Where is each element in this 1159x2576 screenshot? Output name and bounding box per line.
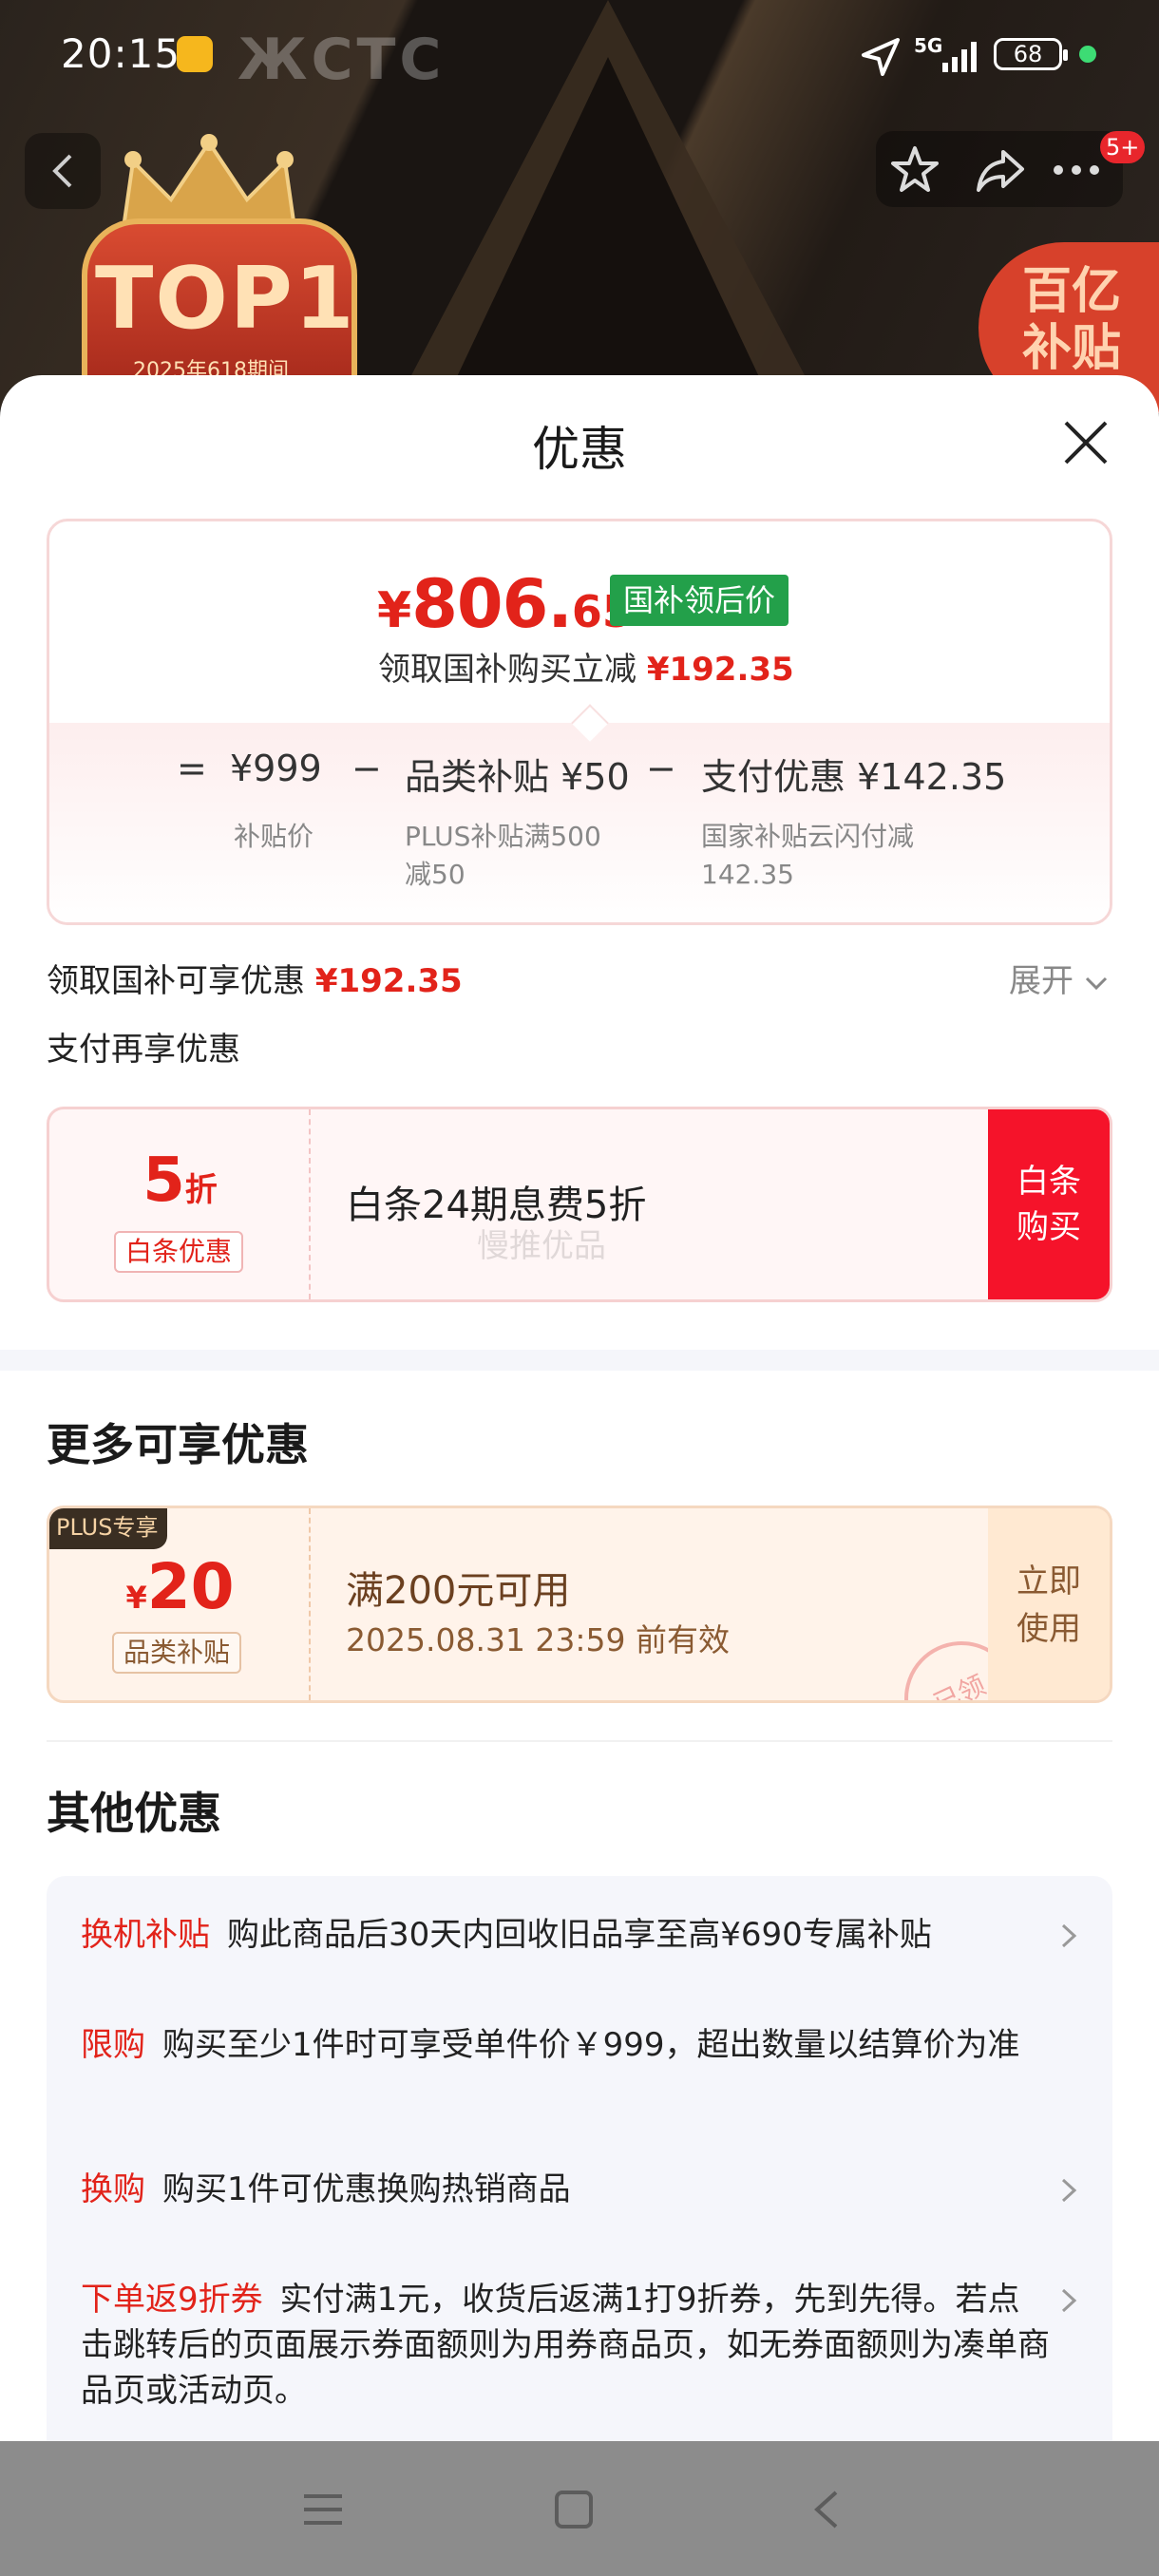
gov-subsidy-row: 领取国补可享优惠 ¥192.35 xyxy=(47,962,463,1000)
chevron-right-icon xyxy=(1061,2288,1077,2313)
coupon-type-tag: 白条优惠 xyxy=(114,1231,244,1273)
top1-badge-title: TOP1 xyxy=(95,249,356,349)
discount-sheet: 优惠 ¥806.65 国补领后价 领取国补购买立减 ¥192.35 = ¥999… xyxy=(0,375,1159,2576)
coupon-value: 5折 xyxy=(142,1146,218,1216)
baitiao-buy-button[interactable]: 白条 购买 xyxy=(988,1109,1110,1299)
chevron-right-icon xyxy=(1061,1923,1077,1948)
list-item-purchase-limit: 限购 购买至少1件时可享受单件价￥999，超出数量以结算价为准 xyxy=(81,2026,1020,2064)
home-icon[interactable] xyxy=(553,2489,595,2530)
sheet-title: 优惠 xyxy=(532,422,627,477)
network-type: 5G xyxy=(914,34,943,57)
app-notification-icon xyxy=(177,36,213,72)
formula-equals: = xyxy=(177,748,207,789)
coupon-watermark: 慢推优品 xyxy=(477,1227,606,1265)
signal-icon xyxy=(942,42,977,72)
menu-icon[interactable] xyxy=(300,2491,346,2529)
coupon-type-tag: 品类补贴 xyxy=(112,1632,242,1674)
other-discounts-title: 其他优惠 xyxy=(47,1788,221,1839)
formula-minus: − xyxy=(646,748,676,789)
favorite-star-icon[interactable] xyxy=(889,144,940,196)
formula-base-price: ¥999 xyxy=(230,748,322,789)
payment-discount-heading: 支付再享优惠 xyxy=(47,1031,240,1069)
location-icon xyxy=(862,38,900,76)
formula-category-subsidy: 品类补贴 ¥50 xyxy=(405,756,630,798)
back-nav-icon[interactable] xyxy=(809,2489,844,2530)
price-tag: 国补领后价 xyxy=(610,575,789,626)
list-item-trade-in[interactable]: 换机补贴 购此商品后30天内回收旧品享至高¥690专属补贴 xyxy=(81,1912,1050,1958)
price-breakdown-card: ¥806.65 国补领后价 领取国补购买立减 ¥192.35 = ¥999 补贴… xyxy=(47,519,1112,925)
price-reduction-line: 领取国补购买立减 ¥192.35 xyxy=(378,651,794,689)
coupon-amount: ¥20 xyxy=(125,1550,235,1623)
battery-indicator: 68 xyxy=(994,38,1068,70)
share-icon[interactable] xyxy=(975,144,1026,196)
formula-payment-discount: 支付优惠 ¥142.35 xyxy=(701,756,1007,798)
chevron-right-icon xyxy=(1061,2178,1077,2203)
divider-line xyxy=(47,1740,1112,1742)
formula-payment-note: 国家补贴云闪付减 142.35 xyxy=(701,821,915,890)
formula-category-note: PLUS补贴满500 减50 xyxy=(405,821,601,890)
list-item-return-coupon[interactable]: 下单返9折券 实付满1元，收货后返满1打9折券，先到先得。若点击跳转后的页面展示券… xyxy=(81,2277,1050,2414)
section-divider xyxy=(0,1350,1159,1371)
system-navigation-bar xyxy=(0,2441,1159,2576)
coupon-expiry: 2025.08.31 23:59 前有效 xyxy=(346,1621,731,1658)
use-now-button[interactable]: 立即 使用 xyxy=(988,1508,1110,1700)
close-icon[interactable] xyxy=(1062,419,1110,466)
status-time: 20:15 xyxy=(61,30,181,77)
chevron-down-icon xyxy=(1085,976,1107,990)
formula-minus: − xyxy=(352,748,382,789)
more-icon[interactable] xyxy=(1051,144,1102,196)
message-count-badge: 5+ xyxy=(1100,131,1146,163)
more-discounts-title: 更多可享优惠 xyxy=(47,1419,309,1470)
expand-toggle[interactable]: 展开 xyxy=(1009,955,1109,1001)
baitiao-coupon[interactable]: 5折 白条优惠 白条24期息费5折 慢推优品 白条 购买 xyxy=(47,1107,1112,1302)
status-bar: 20:15 5G 68 xyxy=(0,0,1159,114)
final-price: ¥806.65 xyxy=(377,565,633,643)
chevron-left-icon xyxy=(52,154,72,188)
list-item-exchange[interactable]: 换购 购买1件可优惠换购热销商品 xyxy=(81,2167,1050,2212)
formula-base-note: 补贴价 xyxy=(234,821,314,852)
plus-exclusive-tag: PLUS专享 xyxy=(49,1508,168,1549)
plus-coupon[interactable]: PLUS专享 ¥20 品类补贴 满200元可用 2025.08.31 23:59… xyxy=(47,1506,1112,1703)
privacy-dot xyxy=(1079,46,1096,63)
back-button[interactable] xyxy=(25,133,101,209)
coupon-condition: 满200元可用 xyxy=(346,1569,571,1613)
